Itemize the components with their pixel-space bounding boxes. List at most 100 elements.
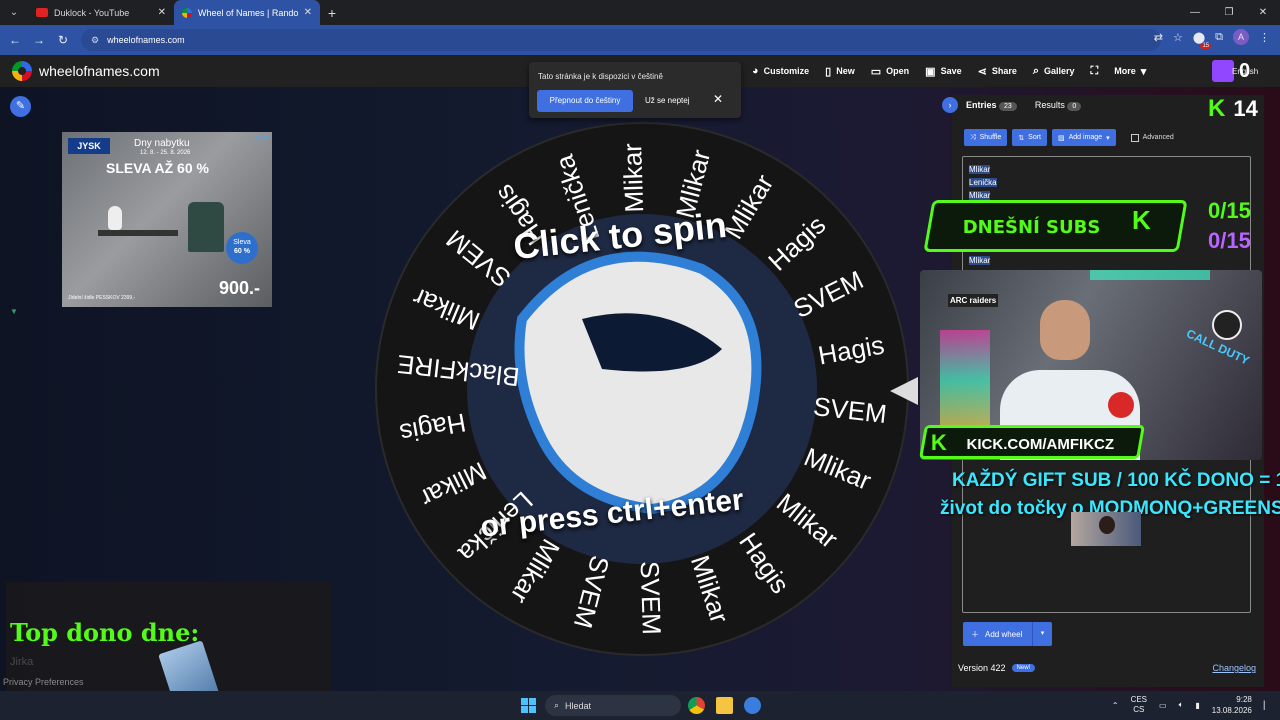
windows-taskbar: ⌕ Hledat ⌃ CES CS ▭ 🔈︎ ▮ 9:28 13.08.2026 ▏ (0, 691, 1280, 720)
chevron-up-icon[interactable]: ⌃ (1112, 701, 1119, 710)
chevron-down-icon: ▾ (1140, 65, 1147, 78)
menu-label: Open (886, 66, 910, 76)
privacy-preferences-link[interactable]: Privacy Preferences (3, 677, 84, 687)
share-button[interactable]: ⋖ Share (978, 65, 1017, 78)
kick-count: 14 (1233, 96, 1258, 121)
lang-code: CES (1130, 695, 1148, 704)
open-button[interactable]: ▭ Open (871, 65, 909, 78)
clock[interactable]: 9:28 13.08.2026 (1212, 694, 1252, 716)
dont-ask-button[interactable]: Už se neptej (645, 90, 689, 112)
tab-results[interactable]: Results 0 (1035, 100, 1082, 111)
badge-line: Sleva (233, 239, 251, 246)
ad-fineprint: Jídelní židle PESSKOV 2399,- (68, 295, 136, 301)
microphone (1108, 392, 1134, 418)
palette-icon: ◕ (752, 65, 759, 77)
wheel-logo-icon[interactable] (12, 61, 32, 81)
back-button[interactable]: ← (3, 33, 27, 47)
button-label: Add image (1068, 134, 1103, 141)
url-text: wheelofnames.com (107, 35, 185, 45)
button-label: Sort (1028, 134, 1041, 141)
more-button[interactable]: More ▾ (1114, 65, 1146, 78)
search-label: Hledat (565, 700, 592, 711)
file-explorer-icon[interactable] (716, 697, 733, 714)
site-name[interactable]: wheelofnames.com (39, 63, 160, 79)
fullscreen-button[interactable]: ⛶ (1091, 65, 1099, 78)
menu-label: Gallery (1044, 66, 1075, 76)
menu-label: Share (991, 66, 1017, 76)
sort-button[interactable]: ⇅ Sort (1012, 129, 1047, 146)
minimize-button[interactable]: — (1178, 0, 1212, 25)
wheel-favicon-icon (182, 7, 192, 18)
tab-youtube[interactable]: Duklock - YouTube ✕ (28, 0, 174, 25)
ad-brand: JYSK (68, 138, 110, 154)
discount-badge: Sleva 60 % (226, 232, 258, 264)
add-wheel-button[interactable]: ＋ Add wheel ▾ (963, 622, 1052, 646)
windows-start-icon[interactable] (521, 698, 536, 713)
add-wheel-main[interactable]: ＋ Add wheel (963, 629, 1032, 640)
bookmark-star-icon[interactable]: ☆ (1173, 31, 1183, 44)
shuffle-button[interactable]: ⤨ Shuffle (964, 129, 1008, 146)
profile-avatar[interactable]: A (1233, 29, 1249, 45)
tab-title: Wheel of Names | Random nam (198, 7, 298, 18)
add-wheel-dropdown[interactable]: ▾ (1032, 622, 1052, 646)
chrome-icon[interactable] (688, 697, 705, 714)
switch-language-button[interactable]: Přepnout do češtiny (537, 90, 633, 112)
media-player-icon[interactable] (744, 697, 761, 714)
kick-logo-icon: K (930, 430, 947, 455)
maximize-button[interactable]: ❐ (1212, 0, 1246, 25)
battery-icon[interactable]: ▮ (1195, 701, 1199, 710)
notification-icon[interactable]: ▏ (1264, 701, 1270, 710)
customize-button[interactable]: ◕ Customize (752, 65, 809, 77)
tab-entries[interactable]: Entries 23 (966, 100, 1017, 111)
save-button[interactable]: ▣ Save (925, 65, 961, 78)
url-bar[interactable]: ⚙ wheelofnames.com (81, 29, 1161, 51)
plus-icon: ＋ (971, 629, 979, 639)
badge-line: 60 % (234, 248, 250, 255)
address-toolbar: ← → ↻ ⚙ wheelofnames.com ⇄ ☆ ⬤ 15 ⧉ A ⋮ (0, 25, 1280, 55)
reload-button[interactable]: ↻ (51, 33, 75, 47)
close-tab-icon[interactable]: ✕ (158, 7, 166, 18)
edit-pencil-button[interactable]: ✎ (10, 96, 31, 117)
new-tab-button[interactable]: + (320, 5, 344, 21)
sort-icon: ⇅ (1018, 134, 1025, 142)
gallery-button[interactable]: ⌕ Gallery (1033, 65, 1075, 78)
new-button[interactable]: ▯ New (825, 65, 855, 78)
subs-count-twitch: 0/15 (1208, 228, 1251, 253)
extensions-puzzle-icon[interactable]: ⧉ (1215, 31, 1223, 44)
spin-wheel[interactable]: Mlikar Mlikar MlikarHagisSVEMHagisSVEMMlik… (372, 119, 912, 659)
volume-icon[interactable]: 🔈︎ (1179, 700, 1184, 710)
network-icon[interactable]: ▭ (1159, 701, 1167, 710)
adchoices-icon[interactable]: ▷✕ (257, 134, 268, 142)
jysk-advertisement[interactable]: JYSK Dny nabytku 12. 8. - 25. 8. 2026 SL… (62, 132, 272, 307)
translate-icon[interactable]: ⇄ (1154, 31, 1163, 44)
close-tab-icon[interactable]: ✕ (304, 7, 312, 18)
collapse-panel-button[interactable]: › (942, 97, 958, 113)
version-text: Version 422 (958, 663, 1006, 673)
kick-count-overlay: K 14 (1208, 95, 1258, 123)
add-image-button[interactable]: ▨ Add image ▾ (1052, 129, 1116, 146)
new-badge: New! (1011, 664, 1036, 672)
small-arrow-icon: ▼ (10, 307, 18, 316)
checkbox-box[interactable] (1130, 133, 1139, 142)
tab-search-icon[interactable]: ⌄ (0, 7, 28, 18)
input-language[interactable]: CES CS (1131, 695, 1147, 715)
list-item: Mlikar (969, 254, 1244, 267)
extension-icon[interactable]: ⬤ 15 (1193, 31, 1212, 49)
close-popup-icon[interactable]: ✕ (713, 92, 723, 106)
tab-wheel-of-names[interactable]: Wheel of Names | Random nam ✕ (174, 0, 320, 25)
close-window-button[interactable]: ✕ (1246, 0, 1280, 25)
taskbar-search[interactable]: ⌕ Hledat (545, 695, 681, 716)
vase-image (108, 206, 122, 230)
menu-label: Customize (763, 66, 810, 76)
subs-banner: DNEŠNÍ SUBS K (923, 200, 1188, 252)
browser-tab-strip: ⌄ Duklock - YouTube ✕ Wheel of Names | R… (0, 0, 1280, 25)
advanced-checkbox[interactable]: Advanced (1130, 133, 1174, 142)
changelog-link[interactable]: Changelog (1212, 663, 1256, 673)
forward-button[interactable]: → (27, 33, 51, 47)
fullscreen-icon: ⛶ (1090, 64, 1099, 77)
twitch-icon (1212, 60, 1234, 82)
browser-menu-icon[interactable]: ⋮ (1259, 31, 1270, 44)
rgb-lights (940, 330, 990, 430)
date: 13.08.2026 (1211, 706, 1252, 715)
site-info-icon[interactable]: ⚙ (91, 35, 99, 46)
